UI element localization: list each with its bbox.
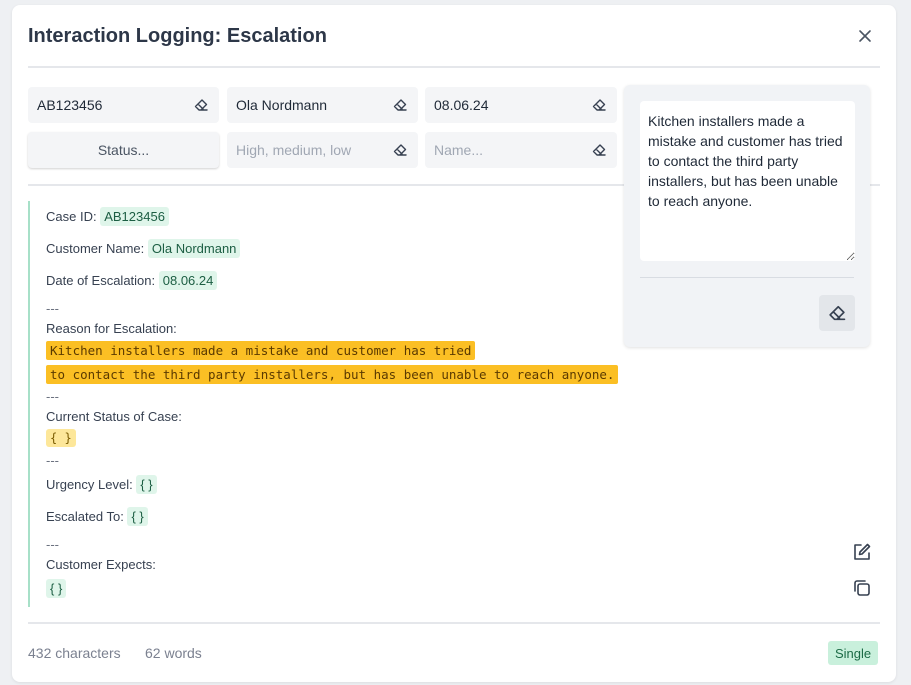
case-id-field[interactable]: AB123456 bbox=[28, 87, 219, 123]
edit-icon bbox=[854, 543, 871, 560]
status-label: Current Status of Case: bbox=[46, 409, 182, 424]
customer-name-value[interactable]: Ola Nordmann bbox=[236, 97, 391, 113]
word-count: 62 words bbox=[145, 645, 202, 661]
reason-textarea[interactable] bbox=[640, 101, 855, 261]
urgency-field[interactable]: High, medium, low bbox=[227, 132, 418, 168]
footer-divider bbox=[28, 622, 880, 624]
separator: --- bbox=[46, 453, 59, 468]
customer-name-label: Customer Name: bbox=[46, 241, 145, 256]
case-id-chip[interactable]: AB123456 bbox=[100, 207, 169, 226]
header-divider bbox=[28, 66, 880, 68]
separator: --- bbox=[46, 301, 59, 316]
modal-title: Interaction Logging: Escalation bbox=[28, 25, 327, 47]
preview-urgency-line: Urgency Level: { } bbox=[46, 475, 157, 494]
separator: --- bbox=[46, 389, 59, 404]
date-chip[interactable]: 08.06.24 bbox=[158, 271, 218, 290]
expects-chip[interactable]: { } bbox=[46, 579, 67, 598]
customer-name-chip[interactable]: Ola Nordmann bbox=[147, 239, 241, 258]
date-value[interactable]: 08.06.24 bbox=[434, 97, 590, 113]
urgency-label: Urgency Level: bbox=[46, 477, 133, 492]
urgency-chip[interactable]: { } bbox=[136, 475, 157, 494]
eraser-icon[interactable] bbox=[192, 96, 210, 114]
panel-divider bbox=[640, 277, 854, 278]
case-id-value[interactable]: AB123456 bbox=[37, 97, 192, 113]
escalated-to-label: Escalated To: bbox=[46, 509, 124, 524]
date-field[interactable]: 08.06.24 bbox=[425, 87, 617, 123]
preview-customer-line: Customer Name: Ola Nordmann bbox=[46, 239, 241, 258]
eraser-icon[interactable] bbox=[590, 96, 608, 114]
date-label: Date of Escalation: bbox=[46, 273, 156, 288]
reason-line-1: Kitchen installers made a mistake and cu… bbox=[46, 341, 476, 360]
reason-highlight-1[interactable]: Kitchen installers made a mistake and cu… bbox=[46, 341, 476, 360]
copy-button[interactable] bbox=[851, 577, 873, 599]
eraser-icon[interactable] bbox=[391, 141, 409, 159]
close-icon bbox=[859, 30, 871, 42]
urgency-placeholder[interactable]: High, medium, low bbox=[236, 142, 391, 158]
character-count: 432 characters bbox=[28, 645, 121, 661]
reason-line-2: to contact the third party installers, b… bbox=[46, 365, 619, 384]
clear-reason-button[interactable] bbox=[819, 295, 855, 331]
copy-icon bbox=[854, 580, 870, 596]
expects-line: { } bbox=[46, 579, 67, 598]
close-button[interactable] bbox=[855, 25, 875, 47]
preview-date-line: Date of Escalation: 08.06.24 bbox=[46, 271, 218, 290]
reason-label: Reason for Escalation: bbox=[46, 321, 177, 336]
reason-editor-panel bbox=[624, 85, 870, 347]
preview-case-id-line: Case ID: AB123456 bbox=[46, 207, 169, 226]
customer-name-field[interactable]: Ola Nordmann bbox=[227, 87, 418, 123]
escalated-to-chip[interactable]: { } bbox=[127, 507, 148, 526]
eraser-icon[interactable] bbox=[391, 96, 409, 114]
escalated-to-field[interactable]: Name... bbox=[425, 132, 617, 168]
preview-escalated-line: Escalated To: { } bbox=[46, 507, 148, 526]
case-id-label: Case ID: bbox=[46, 209, 97, 224]
status-line: { } bbox=[46, 429, 76, 447]
status-placeholder-chip[interactable]: { } bbox=[46, 429, 76, 447]
eraser-icon bbox=[829, 305, 846, 321]
mode-badge[interactable]: Single bbox=[828, 641, 879, 665]
reason-highlight-2[interactable]: to contact the third party installers, b… bbox=[46, 365, 619, 384]
expects-label: Customer Expects: bbox=[46, 557, 156, 572]
eraser-icon[interactable] bbox=[590, 141, 608, 159]
status-select-button[interactable]: Status... bbox=[28, 132, 219, 168]
escalated-to-placeholder[interactable]: Name... bbox=[434, 142, 590, 158]
separator: --- bbox=[46, 537, 59, 552]
edit-button[interactable] bbox=[851, 541, 873, 563]
modal-dialog: Interaction Logging: Escalation AB123456… bbox=[12, 5, 896, 682]
